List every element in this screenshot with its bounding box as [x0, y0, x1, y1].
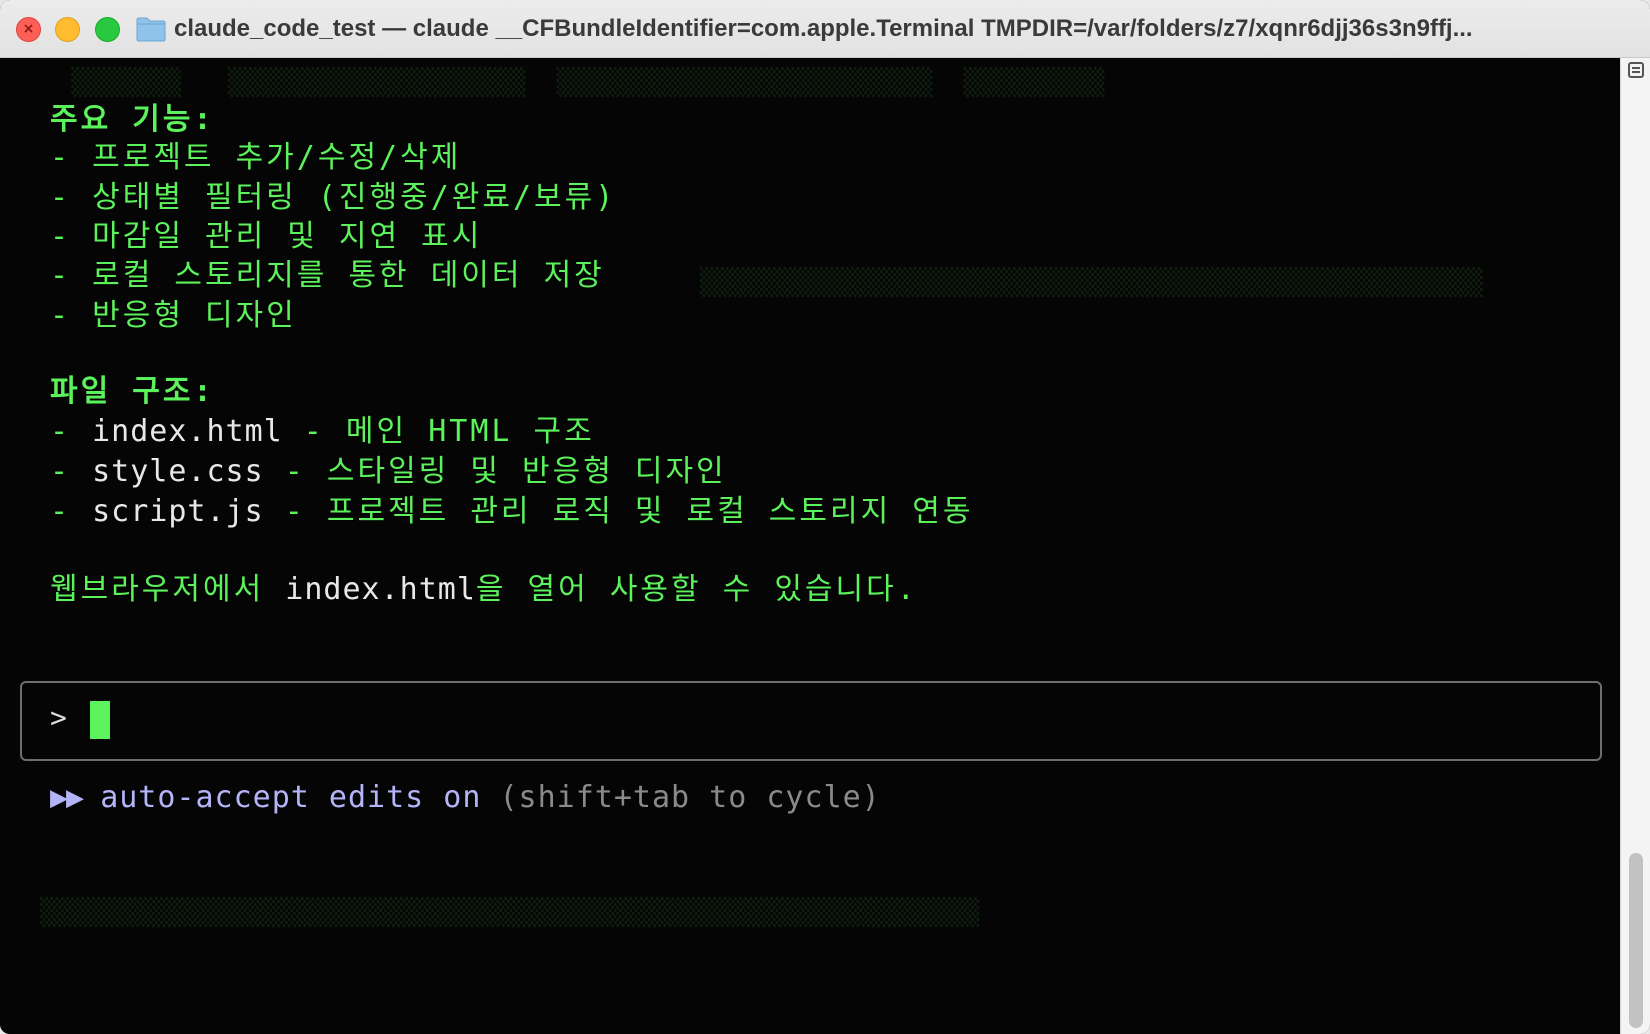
- feature-line: - 마감일 관리 및 지연 표시: [50, 219, 483, 254]
- file-line-prefix: -: [50, 494, 93, 529]
- file-line-prefix: -: [50, 414, 93, 449]
- close-icon: ×: [22, 21, 35, 37]
- scroll-thumb[interactable]: [1629, 853, 1643, 1028]
- file-line: - index.html - 메인 HTML 구조: [50, 406, 595, 450]
- feature-line: - 프로젝트 추가/수정/삭제: [50, 140, 462, 175]
- menu-icon[interactable]: [1628, 62, 1644, 78]
- folder-icon: [136, 17, 166, 42]
- feature-line: - 로컬 스토리지를 통한 데이터 저장: [50, 258, 605, 293]
- close-button[interactable]: ×: [16, 17, 41, 42]
- zoom-button[interactable]: [95, 17, 120, 42]
- terminal-output[interactable]: ▒▒▒▒▒▒▒ ▒▒▒▒▒▒▒▒▒▒▒▒▒▒▒▒▒▒▒ ▒▒▒▒▒▒▒▒▒▒▒▒…: [0, 58, 1620, 1034]
- minimize-button[interactable]: [55, 17, 80, 42]
- file-line: - script.js - 프로젝트 관리 로직 및 로컬 스토리지 연동: [50, 486, 973, 530]
- file-name: index.html: [92, 414, 283, 449]
- file-line: - style.css - 스타일링 및 반응형 디자인: [50, 446, 727, 490]
- prompt-input[interactable]: >: [20, 681, 1602, 761]
- ghost-text: ▒▒▒▒▒▒▒▒▒▒▒▒▒▒▒▒▒▒▒▒▒▒▒▒▒▒▒▒▒▒▒▒▒▒▒▒▒▒▒▒…: [700, 268, 1483, 298]
- text-cursor: [90, 701, 110, 739]
- structure-heading: 파일 구조:: [50, 374, 215, 409]
- file-name: style.css: [92, 454, 264, 489]
- mode-status: ▶▶ auto-accept edits on (shift+tab to cy…: [50, 780, 881, 815]
- feature-line: - 반응형 디자인: [50, 298, 297, 333]
- file-description: - 메인 HTML 구조: [282, 414, 595, 449]
- scrollbar[interactable]: [1620, 58, 1650, 1034]
- window-title: claude_code_test — claude __CFBundleIden…: [174, 15, 1473, 42]
- feature-line: - 상태별 필터링 (진행중/완료/보류): [50, 180, 617, 215]
- mode-hint: (shift+tab to cycle): [499, 780, 881, 815]
- file-description: - 프로젝트 관리 로직 및 로컬 스토리지 연동: [263, 494, 974, 529]
- fast-forward-icon: ▶▶: [50, 780, 84, 815]
- file-name: index.html: [285, 572, 476, 607]
- prompt-caret: >: [50, 701, 67, 734]
- ghost-text: ▒▒▒▒▒▒▒▒▒▒▒▒▒▒▒▒▒▒▒▒▒▒▒▒▒▒▒▒▒▒▒▒▒▒▒▒▒▒▒▒…: [40, 898, 980, 928]
- title-bar[interactable]: × claude_code_test — claude __CFBundleId…: [0, 0, 1650, 58]
- file-description: - 스타일링 및 반응형 디자인: [263, 454, 727, 489]
- terminal-window: × claude_code_test — claude __CFBundleId…: [0, 0, 1650, 1034]
- closing-after: 을 열어 사용할 수 있습니다.: [475, 572, 918, 607]
- file-name: script.js: [92, 494, 264, 529]
- closing-line: 웹브라우저에서 index.html을 열어 사용할 수 있습니다.: [50, 564, 918, 608]
- mode-label: auto-accept edits on: [100, 780, 482, 815]
- closing-before: 웹브라우저에서: [50, 572, 286, 607]
- file-line-prefix: -: [50, 454, 93, 489]
